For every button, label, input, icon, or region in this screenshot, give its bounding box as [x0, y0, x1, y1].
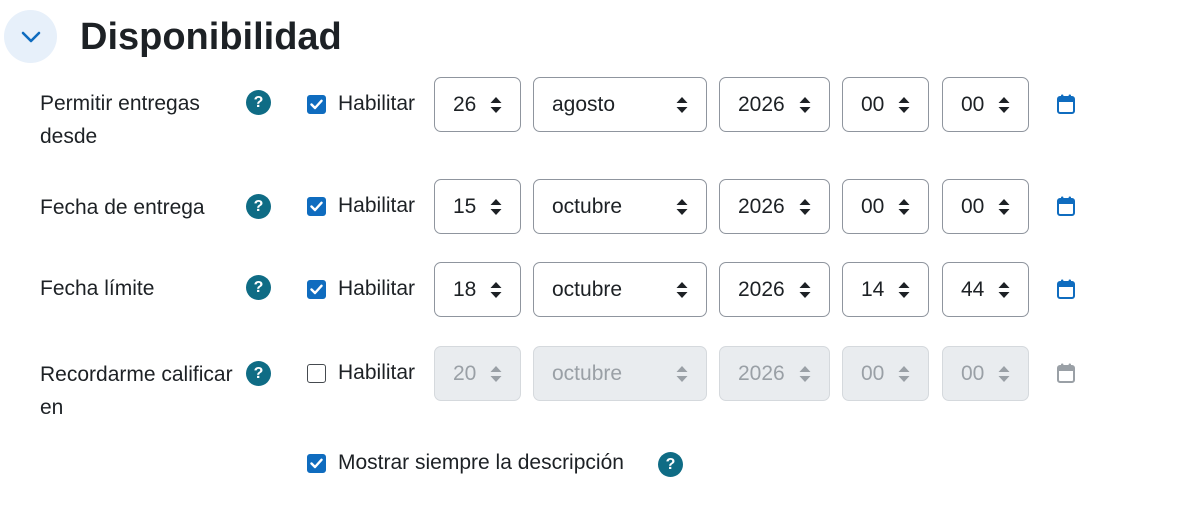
enable-label: Habilitar [338, 361, 416, 384]
section-title: Disponibilidad [80, 16, 342, 58]
minute-select[interactable]: 44 [942, 262, 1029, 317]
select-arrows-icon [799, 198, 811, 216]
day-select-value: 15 [453, 194, 477, 218]
month-select-value: agosto [552, 92, 616, 116]
select-arrows-icon [676, 96, 688, 114]
hour-select-value: 00 [861, 361, 885, 385]
date-row-fecha-limite: Fecha límite? Habilitar 18 octubre 2026 14 44 [0, 262, 1179, 334]
field-label: Fecha de entrega [40, 196, 205, 219]
day-select-value: 26 [453, 92, 477, 116]
year-select[interactable]: 2026 [719, 262, 830, 317]
calendar-icon[interactable] [1057, 363, 1075, 383]
select-arrows-icon [898, 365, 910, 383]
month-select-value: octubre [552, 194, 623, 218]
select-arrows-icon [490, 365, 502, 383]
select-arrows-icon [998, 96, 1010, 114]
hour-select-value: 14 [861, 277, 885, 301]
day-select[interactable]: 26 [434, 77, 521, 132]
month-select[interactable]: octubre [533, 262, 707, 317]
select-arrows-icon [898, 281, 910, 299]
enable-checkbox[interactable] [307, 364, 326, 383]
enable-label: Habilitar [338, 277, 416, 300]
year-select[interactable]: 2026 [719, 179, 830, 234]
always-show-description-checkbox[interactable] [307, 454, 326, 473]
enable-checkbox[interactable] [307, 280, 326, 299]
date-row-recordarme-calificar-en: Recordarme calificar en? Habilitar 20 octub… [0, 346, 1179, 419]
select-arrows-icon [998, 198, 1010, 216]
select-arrows-icon [898, 198, 910, 216]
select-arrows-icon [490, 96, 502, 114]
select-arrows-icon [676, 365, 688, 383]
minute-select[interactable]: 00 [942, 77, 1029, 132]
calendar-icon[interactable] [1057, 196, 1075, 216]
day-select[interactable]: 18 [434, 262, 521, 317]
select-arrows-icon [676, 281, 688, 299]
select-arrows-icon [799, 281, 811, 299]
help-icon[interactable]: ? [246, 90, 271, 115]
year-select-value: 2026 [738, 194, 785, 218]
year-select[interactable]: 2026 [719, 346, 830, 401]
help-icon[interactable]: ? [246, 361, 271, 386]
month-select-value: octubre [552, 277, 623, 301]
minute-select-value: 00 [961, 361, 985, 385]
month-select-value: octubre [552, 361, 623, 385]
always-show-description-row: Mostrar siempre la descripción ? [0, 447, 1179, 481]
field-label: Permitir entregas desde [40, 92, 200, 148]
select-arrows-icon [898, 96, 910, 114]
year-select-value: 2026 [738, 277, 785, 301]
checkmark-icon [310, 99, 323, 110]
minute-select-value: 44 [961, 277, 985, 301]
select-arrows-icon [676, 198, 688, 216]
select-arrows-icon [490, 281, 502, 299]
chevron-down-icon [21, 31, 40, 42]
help-icon[interactable]: ? [246, 275, 271, 300]
day-select[interactable]: 20 [434, 346, 521, 401]
select-arrows-icon [490, 198, 502, 216]
year-select[interactable]: 2026 [719, 77, 830, 132]
calendar-icon[interactable] [1057, 94, 1075, 114]
hour-select[interactable]: 00 [842, 77, 929, 132]
hour-select[interactable]: 00 [842, 346, 929, 401]
minute-select[interactable]: 00 [942, 179, 1029, 234]
select-arrows-icon [998, 281, 1010, 299]
always-show-description-label: Mostrar siempre la descripción [338, 451, 624, 474]
minute-select-value: 00 [961, 194, 985, 218]
select-arrows-icon [799, 96, 811, 114]
select-arrows-icon [799, 365, 811, 383]
year-select-value: 2026 [738, 361, 785, 385]
minute-select[interactable]: 00 [942, 346, 1029, 401]
enable-label: Habilitar [338, 92, 416, 115]
hour-select[interactable]: 00 [842, 179, 929, 234]
checkmark-icon [310, 458, 323, 469]
help-icon[interactable]: ? [246, 194, 271, 219]
day-select-value: 18 [453, 277, 477, 301]
date-row-permitir-entregas-desde: Permitir entregas desde? Habilitar 26 agost… [0, 77, 1179, 149]
calendar-icon[interactable] [1057, 279, 1075, 299]
minute-select-value: 00 [961, 92, 985, 116]
help-icon[interactable]: ? [658, 452, 683, 477]
month-select[interactable]: agosto [533, 77, 707, 132]
checkmark-icon [310, 201, 323, 212]
collapse-section-button[interactable] [4, 10, 57, 63]
date-row-fecha-de-entrega: Fecha de entrega? Habilitar 15 octubre 2026 0… [0, 179, 1179, 251]
enable-label: Habilitar [338, 194, 416, 217]
enable-checkbox[interactable] [307, 95, 326, 114]
month-select[interactable]: octubre [533, 179, 707, 234]
hour-select-value: 00 [861, 92, 885, 116]
day-select-value: 20 [453, 361, 477, 385]
field-label: Fecha límite [40, 277, 155, 300]
year-select-value: 2026 [738, 92, 785, 116]
hour-select[interactable]: 14 [842, 262, 929, 317]
enable-checkbox[interactable] [307, 197, 326, 216]
select-arrows-icon [998, 365, 1010, 383]
month-select[interactable]: octubre [533, 346, 707, 401]
hour-select-value: 00 [861, 194, 885, 218]
day-select[interactable]: 15 [434, 179, 521, 234]
checkmark-icon [310, 284, 323, 295]
field-label: Recordarme calificar en [40, 363, 233, 419]
